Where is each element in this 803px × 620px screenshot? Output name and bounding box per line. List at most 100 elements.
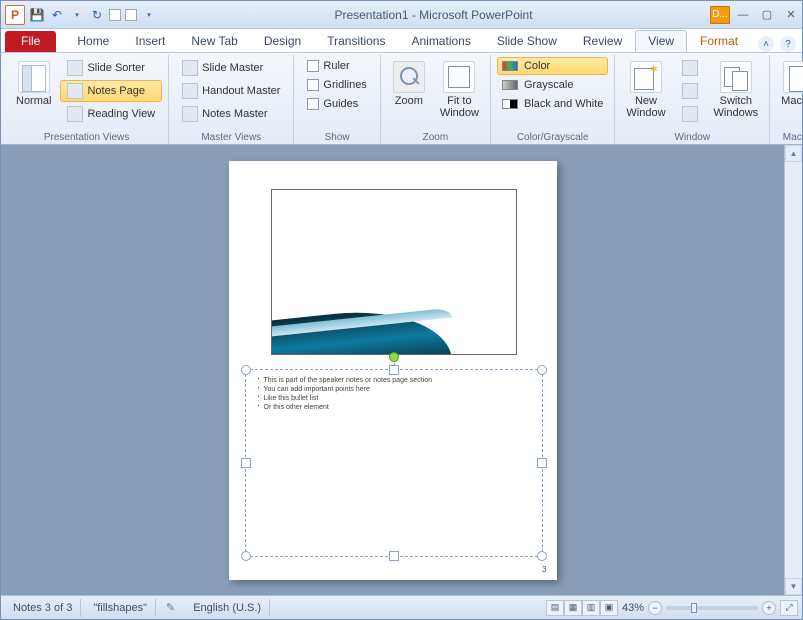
document-area[interactable]: This is part of the speaker notes or not… bbox=[1, 145, 784, 595]
notes-page-button[interactable]: Notes Page bbox=[60, 80, 162, 102]
macros-group-label: Macros bbox=[776, 130, 803, 144]
qat-customize-icon[interactable]: ▾ bbox=[141, 7, 157, 23]
tab-insert[interactable]: Insert bbox=[122, 30, 178, 52]
notes-line-2: You can add important points here bbox=[256, 385, 433, 394]
shortcut-slideshow[interactable]: ▣ bbox=[600, 600, 618, 616]
fit-to-window-label: Fit to Window bbox=[440, 95, 479, 119]
ruler-label: Ruler bbox=[323, 60, 349, 72]
handle-w[interactable] bbox=[241, 458, 251, 468]
arrange-all-icon bbox=[682, 60, 698, 76]
zoom-fit-button[interactable]: ⤢ bbox=[780, 600, 798, 616]
guides-toggle[interactable]: Guides bbox=[300, 95, 373, 113]
help-icon[interactable]: ? bbox=[780, 36, 796, 52]
collapse-ribbon-icon[interactable]: ˄ bbox=[758, 36, 774, 52]
tab-format[interactable]: Format bbox=[687, 30, 751, 52]
color-toggle[interactable]: Color bbox=[497, 57, 608, 75]
maximize-button[interactable]: ▢ bbox=[760, 8, 774, 22]
ruler-checkbox[interactable] bbox=[307, 60, 319, 72]
handout-master-button[interactable]: Handout Master bbox=[175, 80, 287, 102]
qat-icon-2[interactable] bbox=[125, 9, 137, 21]
handle-e[interactable] bbox=[537, 458, 547, 468]
minimize-button[interactable]: — bbox=[736, 8, 750, 22]
gridlines-toggle[interactable]: Gridlines bbox=[300, 76, 373, 94]
slide-sorter-button[interactable]: Slide Sorter bbox=[60, 57, 162, 79]
macros-button[interactable]: Macros bbox=[776, 57, 803, 130]
handle-nw[interactable] bbox=[241, 365, 251, 375]
fit-to-window-button[interactable]: Fit to Window bbox=[435, 57, 484, 130]
ribbon-view: Normal Slide Sorter Notes Page Reading V… bbox=[1, 53, 802, 145]
ruler-toggle[interactable]: Ruler bbox=[300, 57, 373, 75]
presentation-views-group-label: Presentation Views bbox=[11, 130, 162, 144]
file-tab[interactable]: File bbox=[5, 31, 56, 52]
guides-label: Guides bbox=[323, 98, 358, 110]
zoom-out-button[interactable]: − bbox=[648, 601, 662, 615]
grayscale-toggle[interactable]: Grayscale bbox=[497, 76, 608, 94]
user-badge[interactable]: D... bbox=[710, 6, 730, 24]
zoom-button[interactable]: Zoom bbox=[387, 57, 431, 130]
new-window-button[interactable]: New Window bbox=[621, 57, 670, 130]
handle-ne[interactable] bbox=[537, 365, 547, 375]
slide-thumbnail[interactable] bbox=[271, 189, 517, 355]
notes-placeholder-selection[interactable]: This is part of the speaker notes or not… bbox=[245, 369, 543, 557]
cascade-icon bbox=[682, 83, 698, 99]
notes-master-button[interactable]: Notes Master bbox=[175, 103, 287, 125]
gridlines-label: Gridlines bbox=[323, 79, 366, 91]
zoom-in-button[interactable]: + bbox=[762, 601, 776, 615]
arrange-all-button[interactable] bbox=[675, 57, 705, 79]
undo-dropdown-icon[interactable]: ▾ bbox=[69, 7, 85, 23]
window-group-label: Window bbox=[621, 130, 763, 144]
gridlines-checkbox[interactable] bbox=[307, 79, 319, 91]
tab-newtab[interactable]: New Tab bbox=[178, 30, 250, 52]
move-split-button[interactable] bbox=[675, 103, 705, 125]
slide-graphic bbox=[271, 301, 452, 355]
notes-text[interactable]: This is part of the speaker notes or not… bbox=[256, 376, 433, 412]
notes-page[interactable]: This is part of the speaker notes or not… bbox=[229, 161, 557, 580]
zoom-slider-thumb[interactable] bbox=[691, 603, 697, 613]
tab-review[interactable]: Review bbox=[570, 30, 635, 52]
normal-view-icon bbox=[18, 61, 50, 93]
tab-animations[interactable]: Animations bbox=[398, 30, 483, 52]
black-white-toggle[interactable]: Black and White bbox=[497, 95, 608, 113]
shortcut-sorter[interactable]: ▦ bbox=[564, 600, 582, 616]
shortcut-notes[interactable]: ▥ bbox=[582, 600, 600, 616]
close-button[interactable]: ✕ bbox=[784, 8, 798, 22]
slide-master-button[interactable]: Slide Master bbox=[175, 57, 287, 79]
tab-slideshow[interactable]: Slide Show bbox=[484, 30, 570, 52]
reading-view-button[interactable]: Reading View bbox=[60, 103, 162, 125]
tab-view[interactable]: View bbox=[635, 30, 687, 52]
zoom-slider[interactable] bbox=[666, 606, 758, 610]
tab-transitions[interactable]: Transitions bbox=[314, 30, 398, 52]
status-slide-indicator[interactable]: Notes 3 of 3 bbox=[5, 599, 81, 617]
switch-windows-button[interactable]: Switch Windows bbox=[709, 57, 764, 130]
tab-home[interactable]: Home bbox=[64, 30, 122, 52]
status-bar: Notes 3 of 3 "fillshapes" ✎ English (U.S… bbox=[1, 595, 802, 619]
color-swatch-icon bbox=[502, 61, 518, 71]
normal-view-button[interactable]: Normal bbox=[11, 57, 56, 130]
group-presentation-views: Normal Slide Sorter Notes Page Reading V… bbox=[5, 55, 169, 144]
handle-sw[interactable] bbox=[241, 551, 251, 561]
handle-s[interactable] bbox=[389, 551, 399, 561]
title-bar: P 💾 ↶ ▾ ↻ ▾ Presentation1 - Microsoft Po… bbox=[1, 1, 802, 29]
vertical-scrollbar[interactable]: ▲ ▼ bbox=[784, 145, 802, 595]
switch-windows-icon bbox=[720, 61, 752, 93]
redo-icon[interactable]: ↻ bbox=[89, 7, 105, 23]
status-language[interactable]: English (U.S.) bbox=[185, 599, 270, 617]
handle-n[interactable] bbox=[389, 365, 399, 375]
scroll-down-icon[interactable]: ▼ bbox=[785, 578, 802, 595]
cascade-button[interactable] bbox=[675, 80, 705, 102]
undo-icon[interactable]: ↶ bbox=[49, 7, 65, 23]
tab-design[interactable]: Design bbox=[251, 30, 314, 52]
guides-checkbox[interactable] bbox=[307, 98, 319, 110]
handle-se[interactable] bbox=[537, 551, 547, 561]
switch-windows-label: Switch Windows bbox=[714, 95, 759, 119]
master-views-group-label: Master Views bbox=[175, 130, 287, 144]
qat-icon-1[interactable] bbox=[109, 9, 121, 21]
group-window: New Window Switch Windows Window bbox=[615, 55, 770, 144]
zoom-percent[interactable]: 43% bbox=[622, 602, 644, 614]
save-icon[interactable]: 💾 bbox=[29, 7, 45, 23]
status-theme[interactable]: "fillshapes" bbox=[85, 599, 156, 617]
scroll-up-icon[interactable]: ▲ bbox=[785, 145, 802, 162]
spellcheck-icon[interactable]: ✎ bbox=[160, 601, 181, 614]
shortcut-normal[interactable]: ▤ bbox=[546, 600, 564, 616]
rotate-handle[interactable] bbox=[389, 352, 399, 362]
